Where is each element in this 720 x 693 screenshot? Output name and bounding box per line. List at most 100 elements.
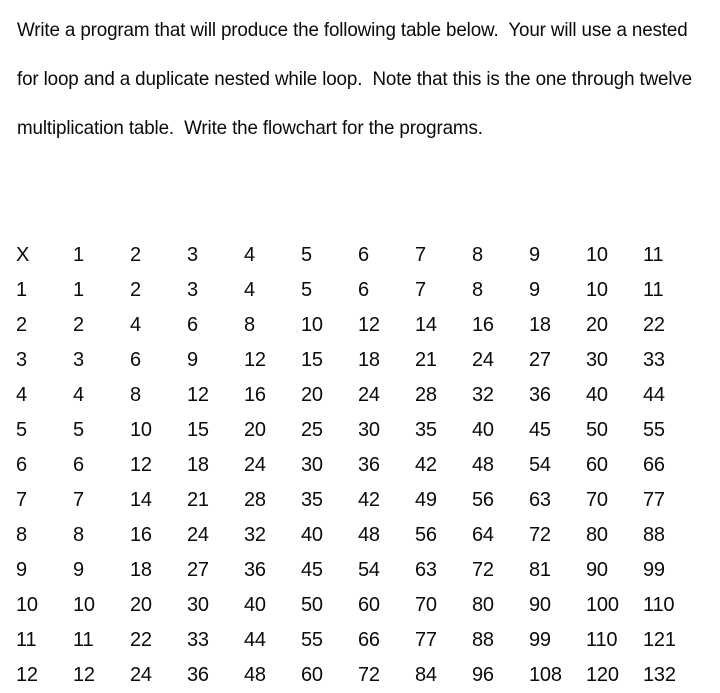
table-cell: 49 — [415, 489, 437, 511]
table-cell: 7 — [73, 489, 84, 511]
table-cell: 6 — [130, 349, 141, 371]
table-cell: 30 — [586, 349, 608, 371]
table-cell: 88 — [472, 629, 494, 651]
table-cell: 9 — [529, 279, 540, 301]
table-row: 12 12 24 36 48 60 72 84 96 108 120 132 — [16, 658, 720, 693]
table-cell: 4 — [73, 384, 84, 406]
table-cell: 5 — [301, 279, 312, 301]
prompt-paragraph-2: for loop and a duplicate nested while lo… — [17, 68, 692, 90]
table-cell: 9 — [187, 349, 198, 371]
table-row: 2 2 4 6 8 10 12 14 16 18 20 22 — [16, 308, 720, 343]
table-cell: 110 — [643, 594, 675, 616]
table-row-header: 11 — [16, 629, 37, 651]
table-cell: 72 — [529, 524, 551, 546]
table-cell: 63 — [529, 489, 551, 511]
table-cell: 24 — [472, 349, 494, 371]
table-cell: 16 — [244, 384, 266, 406]
multiplication-table-body: 1 1 2 3 4 5 6 7 8 9 10 11 2 2 4 6 8 10 12 14 16 18 20 22 3 3 6 9 12 1… — [16, 273, 720, 693]
table-cell: 56 — [415, 524, 437, 546]
table-cell: 10 — [73, 594, 95, 616]
table-cell: 32 — [472, 384, 494, 406]
table-cell: 35 — [301, 489, 323, 511]
table-row-header: 2 — [16, 314, 27, 336]
table-cell: 15 — [187, 419, 209, 441]
table-cell: 18 — [187, 454, 209, 476]
table-cell: 48 — [472, 454, 494, 476]
table-cell: 15 — [301, 349, 323, 371]
table-cell: 40 — [301, 524, 323, 546]
table-row: 4 4 8 12 16 20 24 28 32 36 40 44 — [16, 378, 720, 413]
table-cell: 77 — [415, 629, 437, 651]
table-cell: 22 — [643, 314, 665, 336]
table-cell: 8 — [73, 524, 84, 546]
table-cell: 27 — [187, 559, 209, 581]
table-row-header: 8 — [16, 524, 27, 546]
table-cell: 30 — [301, 454, 323, 476]
table-row: 9 9 18 27 36 45 54 63 72 81 90 99 — [16, 553, 720, 588]
table-cell: 36 — [529, 384, 551, 406]
table-cell: 3 — [187, 279, 198, 301]
table-cell: 50 — [586, 419, 608, 441]
table-cell: 44 — [643, 384, 665, 406]
table-row-header: 1 — [16, 279, 27, 301]
table-cell: 20 — [244, 419, 266, 441]
table-cell: 24 — [187, 524, 209, 546]
table-cell: 80 — [586, 524, 608, 546]
table-cell: 30 — [358, 419, 380, 441]
table-column-header: 8 — [472, 244, 483, 266]
table-cell: 45 — [301, 559, 323, 581]
table-cell: 50 — [301, 594, 323, 616]
table-cell: 121 — [643, 629, 676, 651]
table-cell: 12 — [73, 664, 95, 686]
table-cell: 33 — [643, 349, 665, 371]
table-row-header: 4 — [16, 384, 27, 406]
table-row: 10 10 20 30 40 50 60 70 80 90 100 110 — [16, 588, 720, 623]
multiplication-table: X 1 2 3 4 5 6 7 8 9 10 11 1 1 2 3 4 5 6 7 8 9 10 11 2 2 4 6 8 10 12 1… — [16, 238, 720, 693]
table-cell: 70 — [586, 489, 608, 511]
table-cell: 10 — [130, 419, 152, 441]
table-row: 1 1 2 3 4 5 6 7 8 9 10 11 — [16, 273, 720, 308]
table-cell: 9 — [73, 559, 84, 581]
table-cell: 84 — [415, 664, 437, 686]
multiplication-table-container: X 1 2 3 4 5 6 7 8 9 10 11 1 1 2 3 4 5 6 7 8 9 10 11 2 2 4 6 8 10 12 1… — [0, 238, 720, 693]
table-cell: 12 — [130, 454, 152, 476]
table-cell: 108 — [529, 664, 562, 686]
table-cell: 60 — [358, 594, 380, 616]
table-cell: 32 — [244, 524, 266, 546]
prompt-paragraph-3: multiplication table. Write the flowchar… — [17, 117, 483, 139]
table-cell: 88 — [643, 524, 665, 546]
table-cell: 90 — [529, 594, 551, 616]
assignment-prompt: Write a program that will produce the fo… — [17, 16, 717, 142]
table-cell: 18 — [358, 349, 380, 371]
table-cell: 42 — [415, 454, 437, 476]
table-column-header: 10 — [586, 244, 608, 266]
table-cell: 18 — [130, 559, 152, 581]
table-cell: 45 — [529, 419, 551, 441]
table-cell: 100 — [586, 594, 619, 616]
table-column-header: 2 — [130, 244, 141, 266]
table-row: 5 5 10 15 20 25 30 35 40 45 50 55 — [16, 413, 720, 448]
table-cell: 20 — [130, 594, 152, 616]
table-cell: 48 — [358, 524, 380, 546]
table-column-header: 4 — [244, 244, 255, 266]
table-row: 7 7 14 21 28 35 42 49 56 63 70 77 — [16, 483, 720, 518]
table-cell: 20 — [586, 314, 608, 336]
table-corner-label: X — [16, 244, 30, 266]
table-cell: 2 — [73, 314, 84, 336]
table-cell: 28 — [415, 384, 437, 406]
table-column-header: 7 — [415, 244, 426, 266]
table-cell: 33 — [187, 629, 209, 651]
table-cell: 40 — [472, 419, 494, 441]
table-cell: 55 — [301, 629, 323, 651]
multiplication-table-header: X 1 2 3 4 5 6 7 8 9 10 11 — [16, 238, 720, 273]
table-cell: 54 — [529, 454, 551, 476]
table-cell: 55 — [643, 419, 665, 441]
table-cell: 110 — [586, 629, 618, 651]
table-cell: 42 — [358, 489, 380, 511]
table-cell: 12 — [358, 314, 380, 336]
table-cell: 66 — [643, 454, 665, 476]
table-cell: 20 — [301, 384, 323, 406]
table-column-header: 5 — [301, 244, 312, 266]
table-cell: 36 — [358, 454, 380, 476]
table-cell: 40 — [244, 594, 266, 616]
